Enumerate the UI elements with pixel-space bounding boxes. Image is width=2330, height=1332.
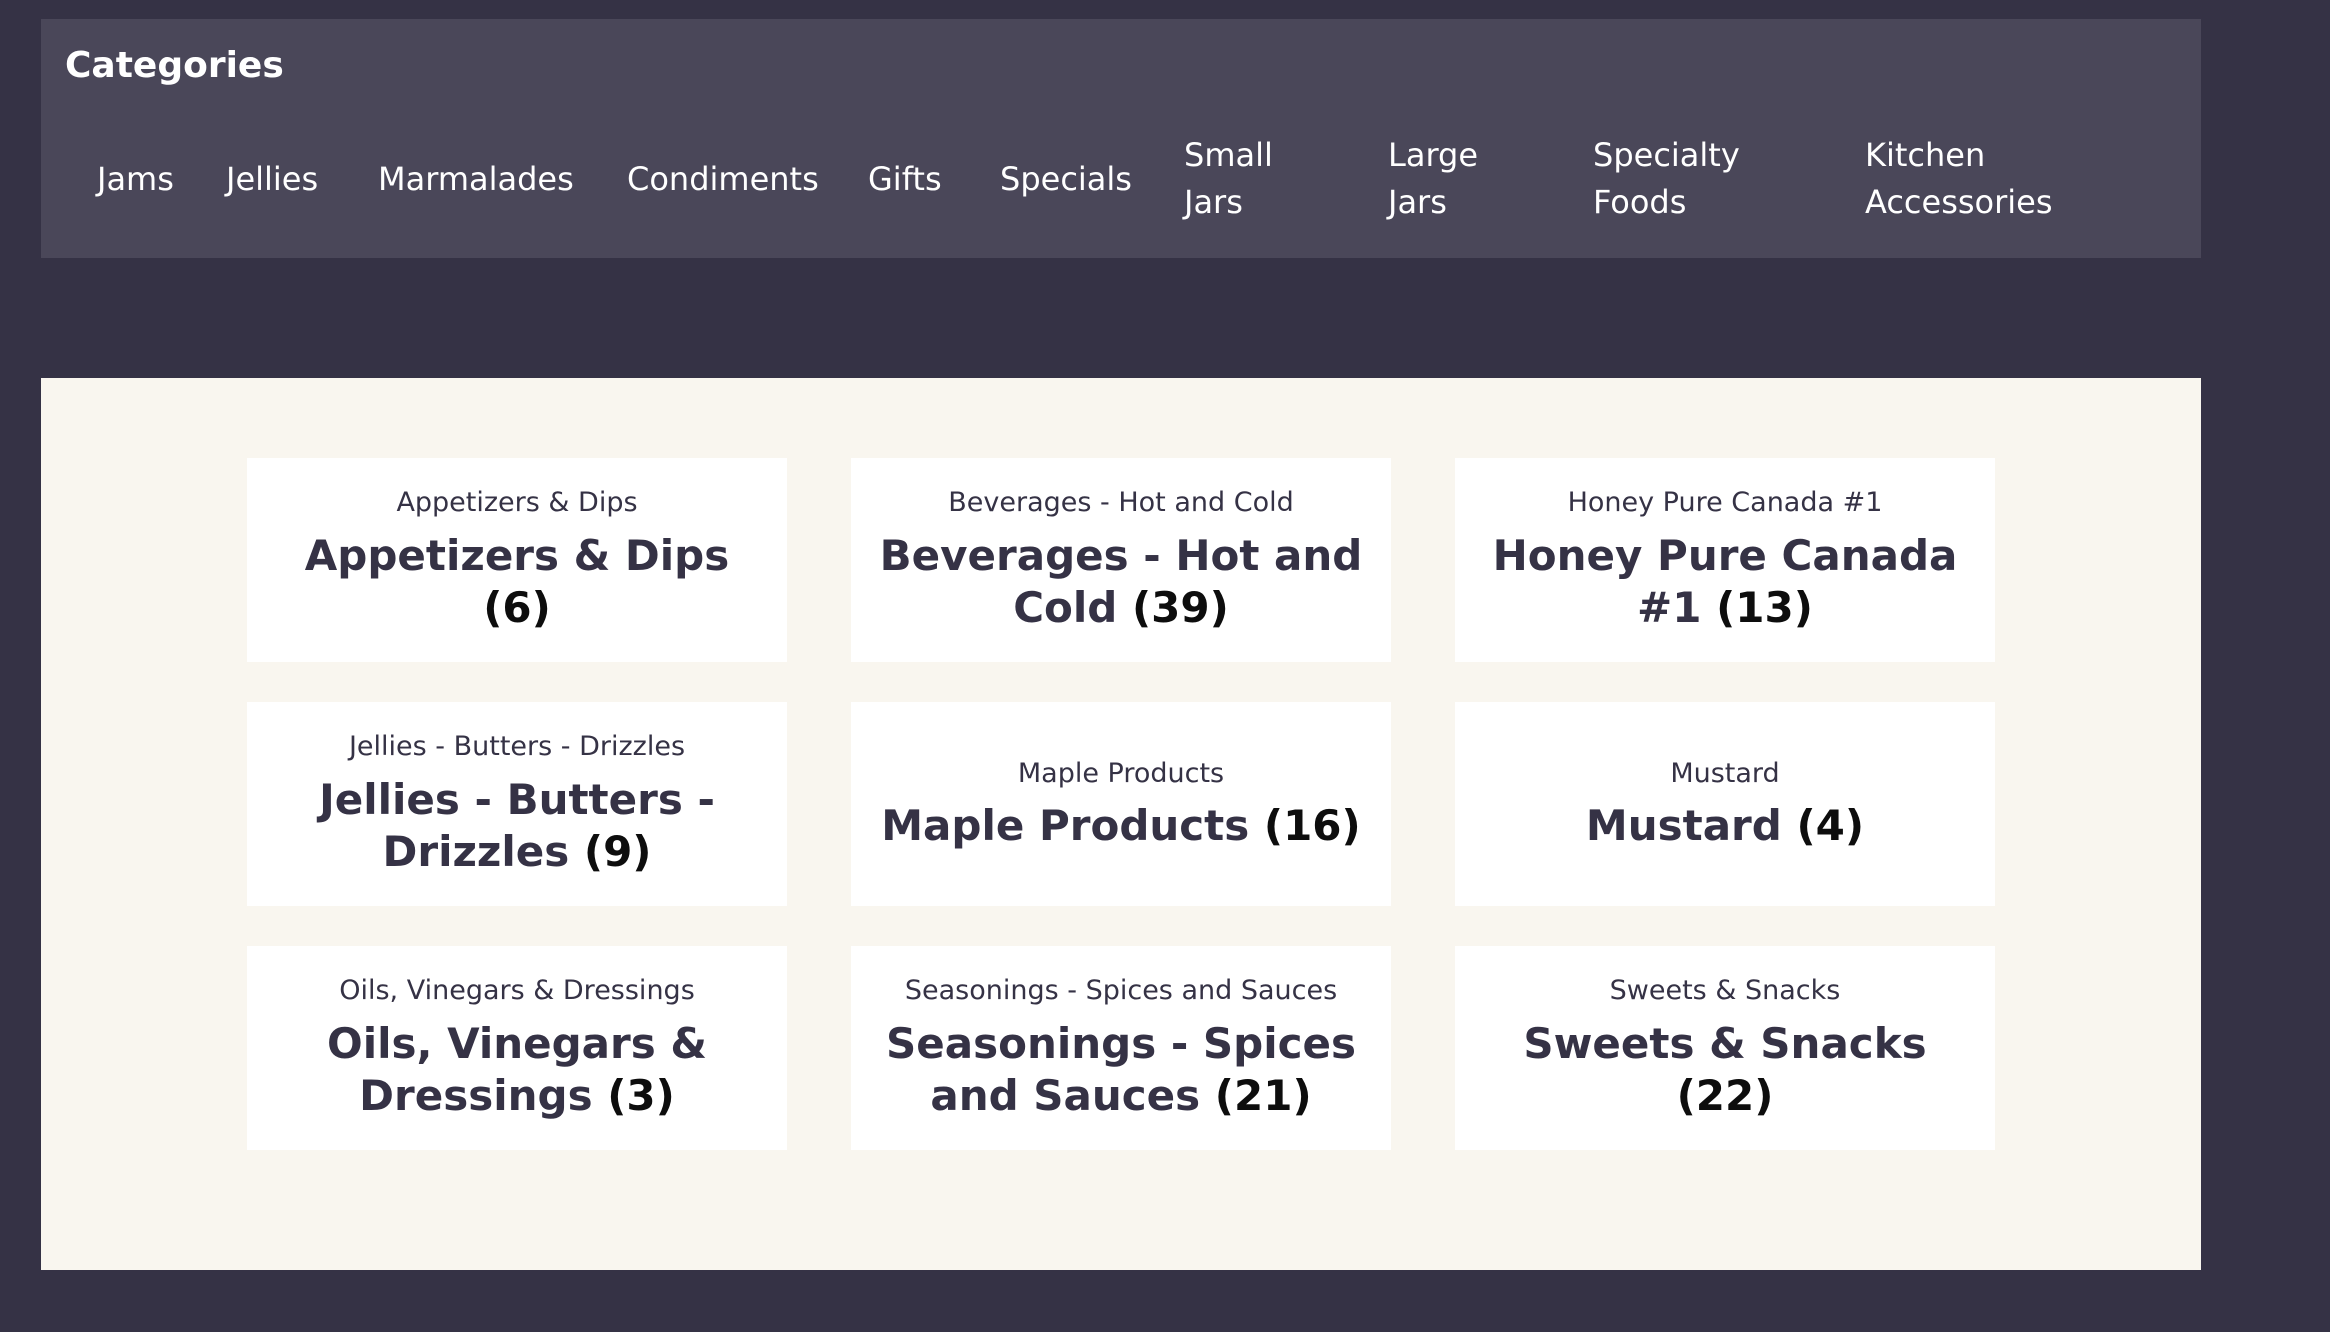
category-card[interactable]: Appetizers & Dips Appetizers & Dips (6) xyxy=(247,458,787,662)
category-card[interactable]: Jellies - Butters - Drizzles Jellies - B… xyxy=(247,702,787,906)
categories-nav: Jams Jellies Marmalades Condiments Gifts… xyxy=(65,119,2175,239)
category-card-title: Maple Products (16) xyxy=(881,800,1360,853)
category-card-caption: Appetizers & Dips xyxy=(396,487,638,519)
category-link-specials[interactable]: Specials xyxy=(968,156,1152,203)
category-card-caption: Oils, Vinegars & Dressings xyxy=(339,975,695,1007)
category-card[interactable]: Mustard Mustard (4) xyxy=(1455,702,1995,906)
category-card-caption: Jellies - Butters - Drizzles xyxy=(348,731,686,763)
product-categories-section: Appetizers & Dips Appetizers & Dips (6) … xyxy=(41,378,2201,1270)
category-card-title: Appetizers & Dips (6) xyxy=(267,530,767,635)
category-card-title: Seasonings - Spices and Sauces (21) xyxy=(871,1018,1371,1123)
category-card-title: Jellies - Butters - Drizzles (9) xyxy=(267,774,767,879)
category-card-count: (6) xyxy=(483,583,551,633)
category-card[interactable]: Seasonings - Spices and Sauces Seasoning… xyxy=(851,946,1391,1150)
category-card[interactable]: Sweets & Snacks Sweets & Snacks (22) xyxy=(1455,946,1995,1150)
category-card-name: Mustard xyxy=(1585,800,1782,850)
category-card-count: (3) xyxy=(607,1071,675,1121)
category-card-title: Oils, Vinegars & Dressings (3) xyxy=(267,1018,767,1123)
category-link-marmalades[interactable]: Marmalades xyxy=(346,156,595,203)
category-card-count: (16) xyxy=(1263,800,1361,850)
category-card-caption: Sweets & Snacks xyxy=(1609,975,1841,1007)
category-card-count: (13) xyxy=(1716,583,1813,633)
category-link-gifts[interactable]: Gifts xyxy=(836,156,968,203)
category-card-title: Mustard (4) xyxy=(1586,800,1864,853)
category-card-name: Maple Products xyxy=(881,800,1250,850)
category-card-caption: Maple Products xyxy=(1017,757,1225,789)
category-card-title: Honey Pure Canada #1 (13) xyxy=(1475,530,1975,635)
category-link-kitchen-accessories[interactable]: Kitchen Accessories xyxy=(1833,132,2063,226)
categories-panel: Categories Jams Jellies Marmalades Condi… xyxy=(41,19,2201,258)
category-card-title: Sweets & Snacks (22) xyxy=(1475,1018,1975,1123)
category-card[interactable]: Oils, Vinegars & Dressings Oils, Vinegar… xyxy=(247,946,787,1150)
category-card-name: Sweets & Snacks xyxy=(1523,1018,1927,1068)
category-grid: Appetizers & Dips Appetizers & Dips (6) … xyxy=(247,458,1995,1150)
category-card-count: (39) xyxy=(1131,583,1229,633)
category-link-condiments[interactable]: Condiments xyxy=(595,156,836,203)
category-link-large-jars[interactable]: Large Jars xyxy=(1356,132,1561,226)
category-card-count: (9) xyxy=(583,827,652,877)
category-link-small-jars[interactable]: Small Jars xyxy=(1152,132,1356,226)
category-link-jellies[interactable]: Jellies xyxy=(194,156,346,203)
category-card-count: (21) xyxy=(1214,1071,1312,1121)
categories-title: Categories xyxy=(65,45,284,86)
category-card-count: (22) xyxy=(1676,1071,1774,1121)
category-card[interactable]: Maple Products Maple Products (16) xyxy=(851,702,1391,906)
category-card-name: Jellies - Butters - Drizzles xyxy=(319,774,715,877)
category-card-caption: Beverages - Hot and Cold xyxy=(948,487,1294,519)
category-card[interactable]: Honey Pure Canada #1 Honey Pure Canada #… xyxy=(1455,458,1995,662)
category-card-count: (4) xyxy=(1796,800,1865,850)
category-card-title: Beverages - Hot and Cold (39) xyxy=(871,530,1371,635)
category-link-jams[interactable]: Jams xyxy=(65,156,194,203)
category-card-name: Beverages - Hot and Cold xyxy=(879,530,1363,633)
category-card[interactable]: Beverages - Hot and Cold Beverages - Hot… xyxy=(851,458,1391,662)
category-card-name: Appetizers & Dips xyxy=(304,530,730,580)
category-card-caption: Seasonings - Spices and Sauces xyxy=(904,975,1338,1007)
category-card-caption: Honey Pure Canada #1 xyxy=(1567,487,1883,519)
category-card-caption: Mustard xyxy=(1670,757,1780,789)
category-link-specialty-foods[interactable]: Specialty Foods xyxy=(1561,132,1833,226)
